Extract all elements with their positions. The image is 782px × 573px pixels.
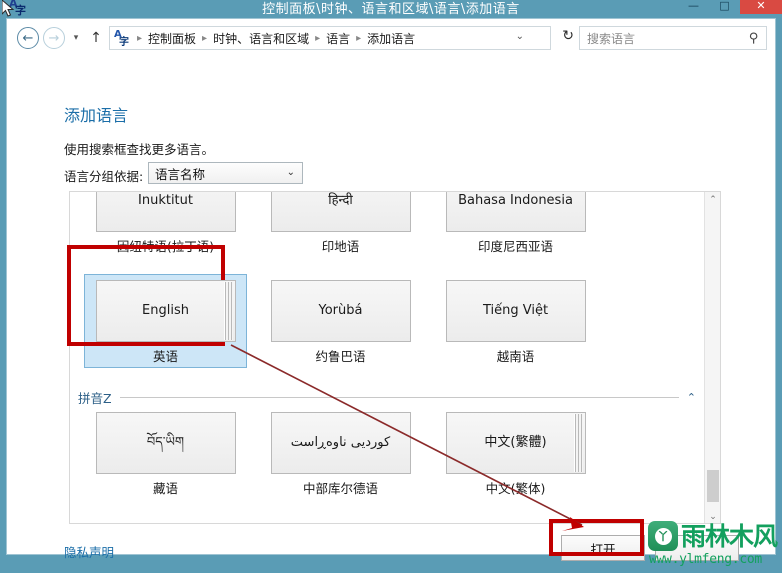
breadcrumb: ▸ 控制面板 ▸ 时钟、语言和区域 ▸ 语言 ▸ 添加语言 [133,30,417,47]
group-header-rule [119,397,679,398]
language-tile[interactable]: Inuktitut 因纽特语(拉丁语) [78,192,253,255]
language-tile-box: Inuktitut [95,192,236,232]
language-display-label: 越南语 [496,349,535,364]
refresh-icon: ↻ [562,28,574,44]
watermark: 丫 雨林木风 www.ylmfeng.com [648,521,782,571]
window-root: A字 控制面板\时钟、语言和区域\语言\添加语言 — □ ✕ ← → ▾ ↑ A… [0,0,782,573]
language-tile[interactable]: كوردیی ناوەڕاست 中部库尔德语 [253,412,428,497]
back-arrow-icon: ← [17,27,39,49]
language-display-label: 藏语 [152,481,178,496]
address-language-icon: A字 [114,29,129,48]
language-tile-box: हिन्दी [270,192,411,232]
language-native-name: 中文(繁體) [484,434,547,450]
close-button[interactable]: ✕ [740,0,782,14]
language-tile-english[interactable]: English 英语 [78,274,253,368]
privacy-statement-link[interactable]: 隐私声明 [64,542,114,561]
refresh-button[interactable]: ↻ [555,26,579,50]
language-native-name: བོད་ཡིག [146,434,185,450]
watermark-brand-row: 丫 雨林木风 [648,521,778,551]
explorer-window: ← → ▾ ↑ A字 ▸ 控制面板 ▸ 时钟、语言和区域 ▸ 语言 ▸ 添加语言… [6,18,776,561]
language-display-label: 印地语 [321,239,360,254]
language-tile[interactable]: Bahasa Indonesia 印度尼西亚语 [428,192,603,255]
address-dropdown-icon[interactable]: ⌄ [516,31,524,42]
chevron-down-icon: ⌄ [286,167,295,178]
language-display-label: 英语 [152,349,178,364]
maximize-icon: □ [719,0,730,12]
language-tile[interactable]: 中文(繁體) 中文(繁体) [428,412,603,497]
breadcrumb-separator: ▸ [202,32,208,44]
group-header-pinyin-z[interactable]: 拼音Z ⌃ [78,388,696,407]
page-content: 添加语言 使用搜索框查找更多语言。 语言分组依据: 语言名称 ⌄ Inuktit… [7,57,775,561]
watermark-url: www.ylmfeng.com [649,552,762,567]
language-native-name: Yorùbá [318,302,363,318]
address-bar[interactable]: A字 ▸ 控制面板 ▸ 时钟、语言和区域 ▸ 语言 ▸ 添加语言 ⌄ [109,26,551,50]
language-tile-box: 中文(繁體) [445,412,586,474]
window-title: 控制面板\时钟、语言和区域\语言\添加语言 [262,2,520,17]
breadcrumb-item-0[interactable]: 控制面板 [146,30,198,47]
watermark-brand-name: 雨林木风 [681,521,778,551]
breadcrumb-separator: ▸ [315,32,321,44]
scroll-up-button[interactable]: ⌃ [705,192,720,208]
back-button[interactable]: ← [15,25,41,51]
group-by-select[interactable]: 语言名称 ⌄ [148,162,303,184]
group-header-label: 拼音Z [78,391,112,406]
language-native-name: हिन्दी [328,192,353,208]
language-display-label: 中文(繁体) [485,481,546,496]
breadcrumb-separator: ▸ [356,32,362,44]
breadcrumb-item-3[interactable]: 添加语言 [365,30,417,47]
page-subtitle: 使用搜索框查找更多语言。 [64,142,215,157]
page-title: 添加语言 [64,106,129,125]
scrollbar-thumb[interactable] [707,470,719,502]
language-native-name: English [142,302,189,318]
search-placeholder: 搜索语言 [587,31,636,46]
title-bar: A字 控制面板\时钟、语言和区域\语言\添加语言 — □ ✕ [0,0,782,18]
group-by-label: 语言分组依据: [64,169,144,184]
language-display-label: 中部库尔德语 [302,481,378,496]
chevron-up-icon[interactable]: ⌃ [687,391,696,404]
minimize-button[interactable]: — [678,0,709,14]
open-button[interactable]: 打开 [561,535,645,561]
language-native-name: Tiếng Việt [482,302,549,318]
forward-button[interactable]: → [41,25,67,51]
language-tile-box: བོད་ཡིག [95,412,236,474]
language-tile-box: Tiếng Việt [445,280,586,342]
up-level-button[interactable]: ↑ [85,30,107,46]
watermark-logo-glyph: 丫 [654,527,672,545]
language-tile-box: كوردیی ناوەڕاست [270,412,411,474]
language-tile-box: Yorùbá [270,280,411,342]
language-native-name: Bahasa Indonesia [458,192,573,208]
breadcrumb-item-1[interactable]: 时钟、语言和区域 [211,30,311,47]
language-list-inner: Inuktitut 因纽特语(拉丁语) हिन्दी 印地语 Bahasa In… [70,192,704,523]
navigation-bar: ← → ▾ ↑ A字 ▸ 控制面板 ▸ 时钟、语言和区域 ▸ 语言 ▸ 添加语言… [7,19,775,57]
window-controls: — □ ✕ [678,0,782,14]
breadcrumb-item-2[interactable]: 语言 [324,30,352,47]
language-native-name: كوردیی ناوەڕاست [290,434,391,450]
maximize-button[interactable]: □ [709,0,740,14]
language-display-label: 因纽特语(拉丁语) [116,239,215,254]
language-tile-box: English [95,280,236,342]
language-tile[interactable]: བོད་ཡིག 藏语 [78,412,253,497]
language-tile[interactable]: Tiếng Việt 越南语 [428,280,603,365]
breadcrumb-separator: ▸ [137,32,143,44]
language-display-label: 印度尼西亚语 [477,239,553,254]
recent-locations-button[interactable]: ▾ [67,33,85,43]
vertical-scrollbar[interactable]: ⌃ ⌄ [704,192,720,523]
language-tile-box: Bahasa Indonesia [445,192,586,232]
watermark-logo-icon: 丫 [648,521,678,551]
forward-arrow-icon: → [43,27,65,49]
group-by-value: 语言名称 [155,166,206,182]
language-tile[interactable]: हिन्दी 印地语 [253,192,428,255]
tile-stack-icon [223,282,233,340]
search-input[interactable]: 搜索语言 ⚲ [579,26,767,50]
language-list-panel: Inuktitut 因纽特语(拉丁语) हिन्दी 印地语 Bahasa In… [69,191,721,524]
tile-stack-icon [573,414,583,472]
close-icon: ✕ [756,0,766,12]
language-display-label: 约鲁巴语 [315,349,366,364]
language-native-name: Inuktitut [138,192,193,208]
mouse-cursor [2,0,15,17]
minimize-icon: — [688,0,699,12]
search-icon: ⚲ [749,31,759,46]
language-tile[interactable]: Yorùbá 约鲁巴语 [253,280,428,365]
